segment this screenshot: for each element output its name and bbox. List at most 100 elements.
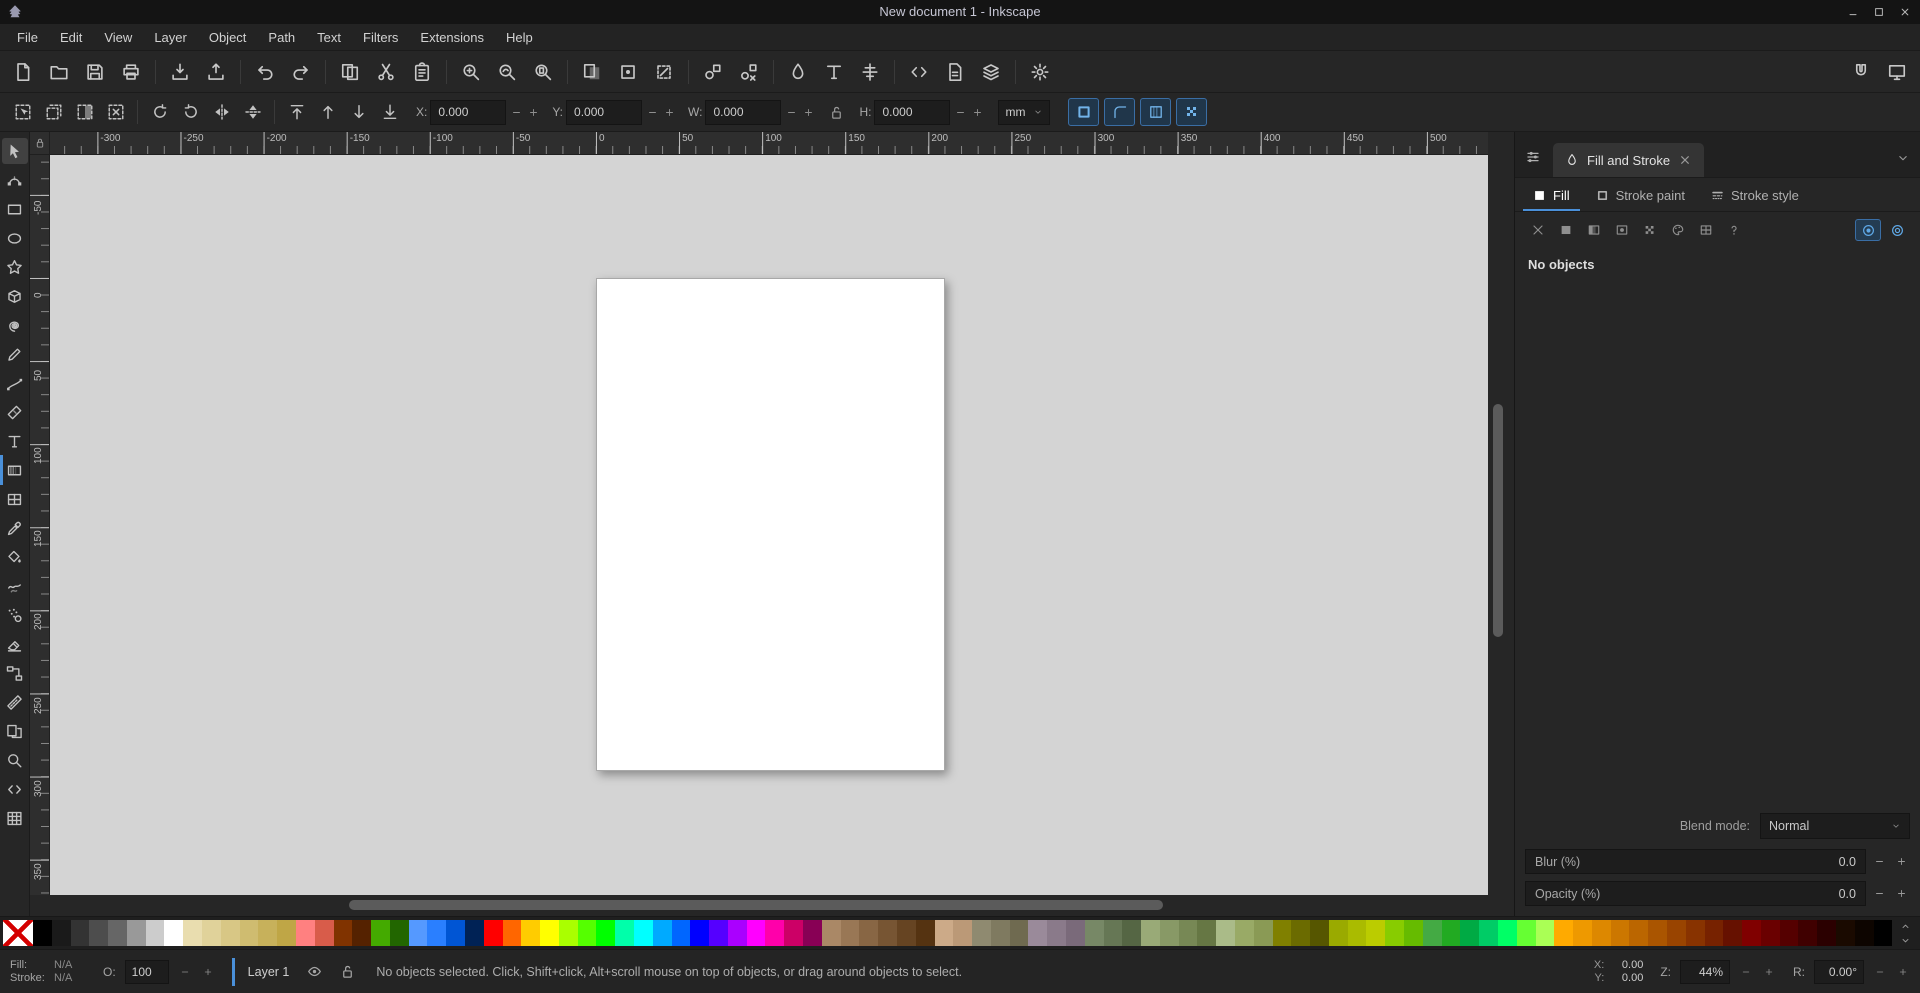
palette-swatch[interactable]: [1272, 920, 1292, 946]
tool-spiral[interactable]: [2, 312, 28, 338]
document-print-button[interactable]: [114, 55, 148, 89]
x-increase-button[interactable]: [526, 100, 540, 125]
palette-swatch[interactable]: [1422, 920, 1442, 946]
layer-selector[interactable]: Layer 1: [248, 965, 290, 979]
palette-swatch[interactable]: [1197, 920, 1217, 946]
units-select[interactable]: mm: [998, 99, 1051, 125]
h-increase-button[interactable]: [970, 100, 984, 125]
tool-zoom[interactable]: [2, 747, 28, 773]
palette-swatch[interactable]: [1479, 920, 1498, 946]
document-import-button[interactable]: [163, 55, 197, 89]
rotation-increase-button[interactable]: [1896, 960, 1910, 984]
palette-swatch[interactable]: [859, 920, 879, 946]
document-save-button[interactable]: [78, 55, 112, 89]
palette-swatch[interactable]: [1836, 920, 1855, 946]
palette-swatch[interactable]: [596, 920, 616, 946]
tool-node[interactable]: [2, 167, 28, 193]
edit-undo-button[interactable]: [248, 55, 282, 89]
tab-stroke-paint[interactable]: Stroke paint: [1586, 182, 1695, 211]
flip-horizontal-button[interactable]: [207, 98, 236, 127]
fill-stroke-indicator[interactable]: Fill: N/A Stroke: N/A: [10, 959, 94, 984]
opacity-increase-button[interactable]: [1892, 881, 1910, 906]
fill-stroke-tab[interactable]: Fill and Stroke: [1553, 143, 1705, 177]
tool-text[interactable]: [2, 428, 28, 454]
edit-paste-button[interactable]: [405, 55, 439, 89]
palette-swatch[interactable]: [840, 920, 860, 946]
tool-pen[interactable]: [2, 370, 28, 396]
blur-slider[interactable]: Blur (%) 0.0: [1525, 849, 1866, 874]
palette-swatch[interactable]: [464, 920, 484, 946]
palette-swatch[interactable]: [202, 920, 221, 946]
collapse-panel-button[interactable]: [1896, 151, 1910, 165]
document-properties-button[interactable]: [938, 55, 972, 89]
raise-to-top-button[interactable]: [282, 98, 311, 127]
palette-swatch[interactable]: [446, 920, 465, 946]
palette-scroll-up-button[interactable]: [1895, 919, 1915, 933]
menu-layer[interactable]: Layer: [143, 26, 198, 49]
edit-copy-button[interactable]: [333, 55, 367, 89]
palette-swatch[interactable]: [1704, 920, 1724, 946]
palette-swatch[interactable]: [183, 920, 203, 946]
menu-extensions[interactable]: Extensions: [409, 26, 495, 49]
palette-swatch[interactable]: [615, 920, 634, 946]
transform-corners-toggle[interactable]: [1104, 98, 1136, 126]
y-increase-button[interactable]: [662, 100, 676, 125]
ungroup-button[interactable]: [732, 55, 766, 89]
palette-swatch[interactable]: [1178, 920, 1198, 946]
zoom-selection-button[interactable]: [454, 55, 488, 89]
palette-swatch[interactable]: [1873, 920, 1893, 946]
palette-swatch[interactable]: [89, 920, 109, 946]
tool-tweak[interactable]: [2, 573, 28, 599]
blend-mode-select[interactable]: Normal: [1760, 813, 1910, 839]
palette-swatch[interactable]: [1291, 920, 1311, 946]
palette-swatch[interactable]: [33, 920, 52, 946]
palette-swatch[interactable]: [295, 920, 315, 946]
vertical-scrollbar[interactable]: [1490, 155, 1507, 895]
tool-xml[interactable]: [2, 776, 28, 802]
blur-decrease-button[interactable]: [1870, 849, 1888, 874]
opacity-increase-mini[interactable]: [201, 960, 215, 984]
palette-swatch[interactable]: [1573, 920, 1592, 946]
palette-swatch[interactable]: [634, 920, 653, 946]
document-open-button[interactable]: [42, 55, 76, 89]
tool-dropper[interactable]: [2, 515, 28, 541]
palette-swatch[interactable]: [164, 920, 184, 946]
palette-swatch[interactable]: [1310, 920, 1329, 946]
palette-swatch[interactable]: [746, 920, 766, 946]
vertical-ruler[interactable]: -50 0 50 100 150 200 250 300 350: [30, 155, 50, 895]
paint-pattern-button[interactable]: [1637, 219, 1662, 241]
menu-edit[interactable]: Edit: [49, 26, 93, 49]
palette-swatch[interactable]: [220, 920, 240, 946]
palette-swatch[interactable]: [990, 920, 1010, 946]
palette-swatch[interactable]: [1723, 920, 1743, 946]
palette-swatch[interactable]: [896, 920, 916, 946]
palette-swatch[interactable]: [352, 920, 372, 946]
palette-swatch[interactable]: [1854, 920, 1874, 946]
lower-to-bottom-button[interactable]: [375, 98, 404, 127]
tool-star[interactable]: [2, 254, 28, 280]
palette-swatch[interactable]: [803, 920, 822, 946]
palette-swatch[interactable]: [1685, 920, 1705, 946]
palette-swatch[interactable]: [1798, 920, 1818, 946]
tool-pages[interactable]: [2, 718, 28, 744]
tool-measure[interactable]: [2, 689, 28, 715]
maximize-button[interactable]: [1866, 0, 1892, 24]
palette-swatch[interactable]: [1629, 920, 1649, 946]
fill-rule-evenodd-button[interactable]: [1884, 219, 1910, 241]
tool-selector[interactable]: [1, 138, 28, 164]
palette-swatch[interactable]: [652, 920, 672, 946]
palette-swatch[interactable]: [1385, 920, 1405, 946]
paint-swatch-button[interactable]: [1665, 219, 1690, 241]
vertical-scrollbar-thumb[interactable]: [1493, 404, 1503, 637]
palette-swatch[interactable]: [1235, 920, 1254, 946]
palette-swatch[interactable]: [1779, 920, 1799, 946]
palette-swatch[interactable]: [671, 920, 691, 946]
palette-swatch[interactable]: [1122, 920, 1142, 946]
layer-lock-button[interactable]: [335, 960, 359, 984]
menu-file[interactable]: File: [6, 26, 49, 49]
palette-swatch[interactable]: [915, 920, 935, 946]
palette-swatch[interactable]: [333, 920, 353, 946]
y-input[interactable]: 0.000: [566, 99, 643, 125]
transform-pattern-toggle[interactable]: [1176, 98, 1208, 126]
palette-swatch[interactable]: [521, 920, 541, 946]
